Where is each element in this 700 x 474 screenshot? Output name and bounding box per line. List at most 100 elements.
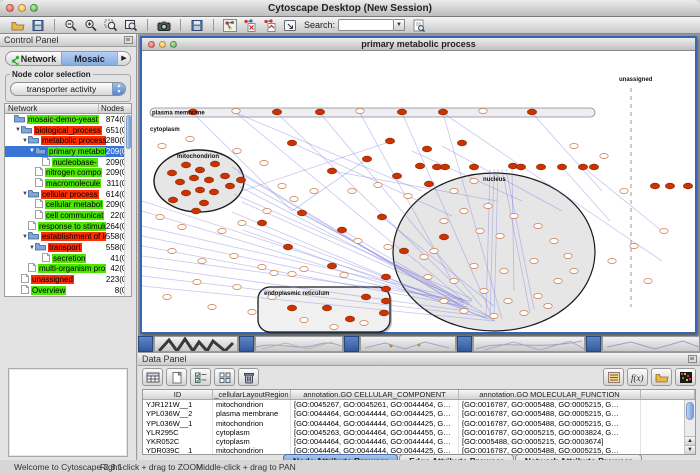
graph-node-highlighted[interactable]: [220, 173, 229, 179]
tab-mosaic[interactable]: Mosaic: [61, 52, 117, 66]
graph-node[interactable]: [430, 248, 438, 253]
graph-node[interactable]: [258, 264, 266, 269]
tree-row[interactable]: ▼transport558(0): [5, 242, 131, 253]
zoom-fit-icon[interactable]: [121, 18, 141, 33]
advanced-search-icon[interactable]: [409, 18, 429, 33]
graph-node-highlighted[interactable]: [415, 163, 424, 169]
graph-node-highlighted[interactable]: [167, 170, 176, 176]
table-row[interactable]: YKR052Ccytoplasm[GO:0044464, GO:0044446,…: [143, 437, 695, 446]
graph-node[interactable]: [178, 224, 186, 229]
graph-node-highlighted[interactable]: [440, 164, 449, 170]
graph-node[interactable]: [238, 220, 246, 225]
table-scrollbar[interactable]: ▲ ▼: [684, 400, 695, 454]
graph-node[interactable]: [218, 228, 226, 233]
graph-node-highlighted[interactable]: [175, 179, 184, 185]
zoom-in-icon[interactable]: [81, 18, 101, 33]
table-row[interactable]: YPL036W__2plasma membrane[GO:0044464, GO…: [143, 409, 695, 418]
graph-node[interactable]: [163, 294, 171, 299]
tree-row[interactable]: ▼establishment of lo558(0): [5, 232, 131, 243]
graph-node-highlighted[interactable]: [225, 183, 234, 189]
tree-scrollbar[interactable]: [124, 114, 131, 296]
zoom-out-icon[interactable]: [61, 18, 81, 33]
graph-node-highlighted[interactable]: [257, 220, 266, 226]
graph-node-highlighted[interactable]: [327, 263, 336, 269]
graph-node[interactable]: [620, 188, 628, 193]
tree-row[interactable]: ▼cellular process614(0): [5, 189, 131, 200]
graph-node-highlighted[interactable]: [578, 164, 587, 170]
graph-node-highlighted[interactable]: [557, 164, 566, 170]
graph-node-highlighted[interactable]: [399, 248, 408, 254]
graph-node[interactable]: [232, 108, 240, 113]
tree-row[interactable]: ▼metabolic process280(0): [5, 135, 131, 146]
graph-node-highlighted[interactable]: [392, 173, 401, 179]
graph-node-highlighted[interactable]: [204, 177, 213, 183]
column-header-id[interactable]: ID: [143, 390, 213, 399]
graph-node[interactable]: [233, 148, 241, 153]
graph-node-highlighted[interactable]: [424, 181, 433, 187]
network-view-window[interactable]: primary metabolic process plasma membran…: [140, 36, 697, 334]
graph-node-highlighted[interactable]: [209, 189, 218, 195]
graph-node[interactable]: [460, 208, 468, 213]
new-attribute-icon[interactable]: [166, 368, 187, 386]
graph-node[interactable]: [480, 288, 488, 293]
tree-column-network[interactable]: Network: [5, 104, 99, 113]
import-attributes-icon[interactable]: [651, 368, 672, 386]
graph-node-highlighted[interactable]: [385, 138, 394, 144]
tree-row[interactable]: multi-organism pro42(0): [5, 264, 131, 275]
graph-node-highlighted[interactable]: [665, 183, 674, 189]
graph-node-highlighted[interactable]: [181, 190, 190, 196]
tree-row[interactable]: ▼primary metabol209(0): [5, 146, 131, 157]
graph-node[interactable]: [479, 108, 487, 113]
graph-node[interactable]: [460, 308, 468, 313]
graph-node[interactable]: [550, 238, 558, 243]
graph-node-highlighted[interactable]: [181, 162, 190, 168]
graph-node[interactable]: [440, 218, 448, 223]
graph-node[interactable]: [168, 248, 176, 253]
network-canvas[interactable]: plasma membranecytoplasmmitochondrionnuc…: [142, 51, 695, 332]
graph-node-highlighted[interactable]: [210, 161, 219, 167]
network-graph[interactable]: plasma membranecytoplasmmitochondrionnuc…: [142, 51, 695, 334]
birdseye-view[interactable]: [8, 368, 128, 457]
node-color-select[interactable]: transporter activity ▲▼: [10, 82, 126, 96]
graph-node[interactable]: [484, 203, 492, 208]
graph-node[interactable]: [198, 258, 206, 263]
graph-node[interactable]: [500, 268, 508, 273]
snapshot-camera-icon[interactable]: [154, 18, 174, 33]
graph-node[interactable]: [476, 228, 484, 233]
tree-scrollbar-thumb[interactable]: [126, 115, 131, 149]
zoom-selected-region-icon[interactable]: [101, 18, 121, 33]
graph-node[interactable]: [534, 293, 542, 298]
destroy-network-icon[interactable]: [260, 18, 280, 33]
graph-node[interactable]: [630, 243, 638, 248]
graph-node-highlighted[interactable]: [195, 187, 204, 193]
graph-node[interactable]: [186, 136, 194, 141]
search-dropdown-icon[interactable]: ▼: [394, 19, 405, 31]
graph-node-highlighted[interactable]: [439, 234, 448, 240]
graph-node[interactable]: [420, 254, 428, 259]
graph-node-highlighted[interactable]: [536, 164, 545, 170]
graph-node[interactable]: [384, 244, 392, 249]
graph-node[interactable]: [330, 324, 338, 329]
graph-node-highlighted[interactable]: [650, 183, 659, 189]
graph-node-highlighted[interactable]: [315, 109, 324, 115]
column-header-region[interactable]: _cellularLayoutRegion: [213, 390, 291, 399]
float-panel-icon[interactable]: [688, 355, 697, 363]
graph-node-highlighted[interactable]: [508, 163, 517, 169]
graph-node-highlighted[interactable]: [337, 227, 346, 233]
graph-node[interactable]: [270, 270, 278, 275]
tree-column-nodes[interactable]: Nodes: [99, 104, 131, 113]
graph-node[interactable]: [600, 153, 608, 158]
graph-node[interactable]: [520, 310, 528, 315]
graph-node-highlighted[interactable]: [189, 175, 198, 181]
save-session-icon[interactable]: [28, 18, 48, 33]
graph-node[interactable]: [490, 313, 498, 318]
graph-node-highlighted[interactable]: [287, 305, 296, 311]
graph-node[interactable]: [450, 188, 458, 193]
graph-node[interactable]: [570, 143, 578, 148]
graph-node-highlighted[interactable]: [345, 316, 354, 322]
tree-row[interactable]: cellular metabol209(0): [5, 200, 131, 211]
graph-node[interactable]: [374, 182, 382, 187]
graph-node[interactable]: [564, 253, 572, 258]
more-tabs-button[interactable]: ▶: [117, 52, 130, 66]
tree-row[interactable]: nucleobase-209(0): [5, 157, 131, 168]
